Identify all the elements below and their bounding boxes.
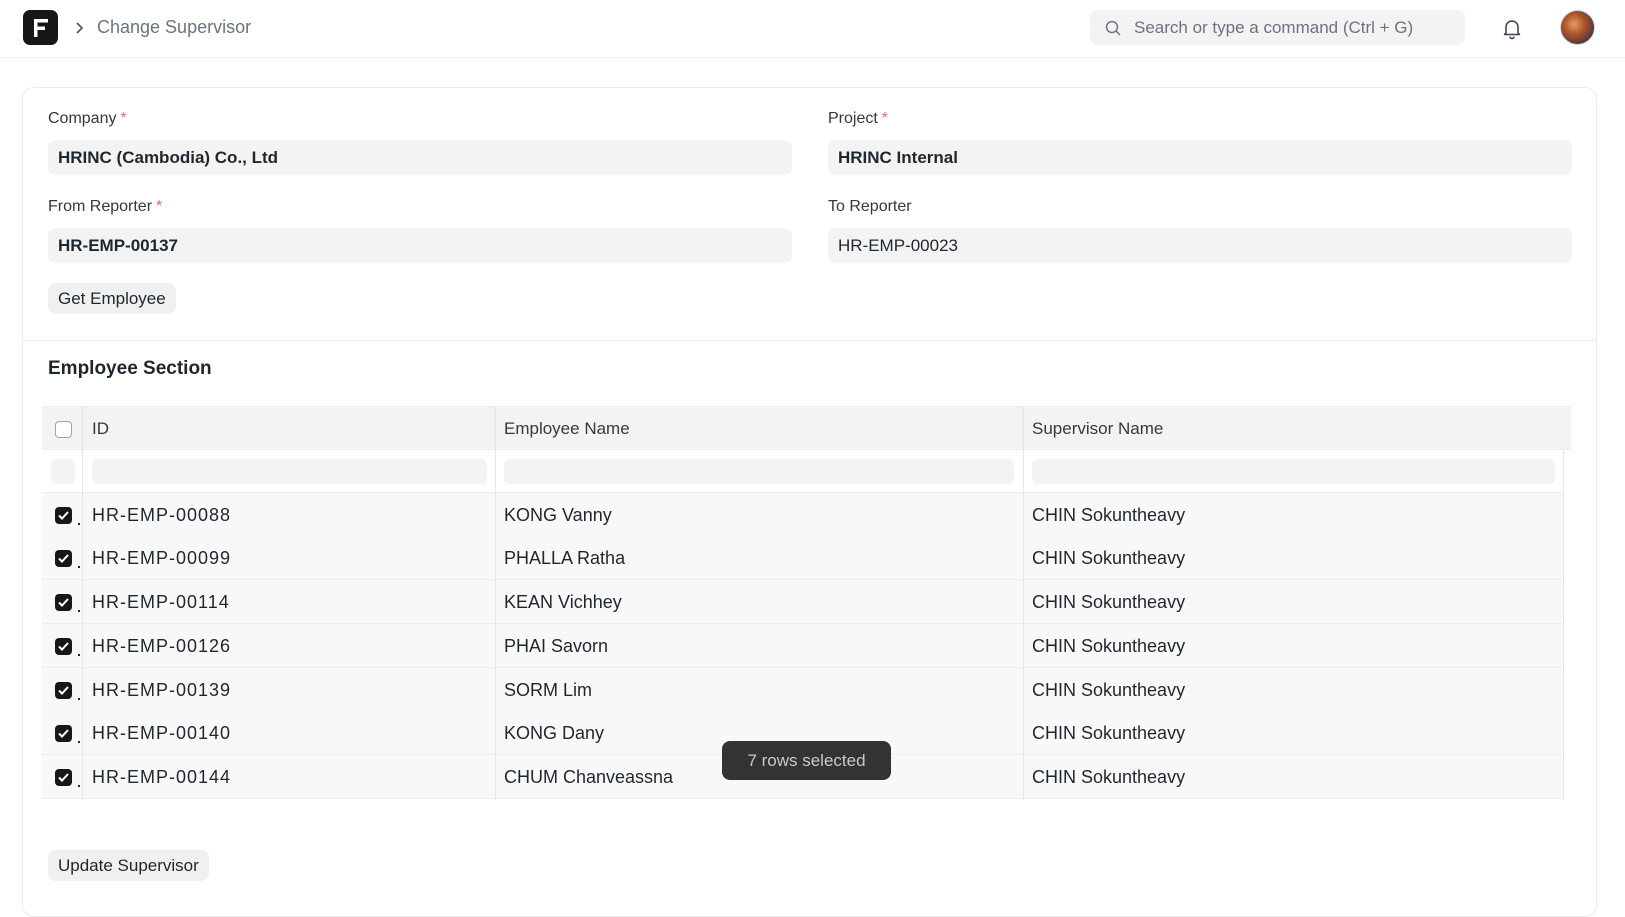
table-row[interactable]: HR-EMP-00099 PHALLA Ratha CHIN Sokuntheavy	[42, 536, 1564, 580]
search-icon	[1105, 20, 1121, 36]
cell-employee-name[interactable]: KONG Dany	[504, 723, 604, 744]
row-index-marker	[78, 654, 80, 656]
search-input[interactable]	[1134, 10, 1454, 45]
cell-id[interactable]: HR-EMP-00088	[92, 505, 231, 526]
check-icon	[58, 773, 69, 782]
table-row[interactable]: HR-EMP-00139 SORM Lim CHIN Sokuntheavy	[42, 668, 1564, 712]
cell-id[interactable]: HR-EMP-00139	[92, 680, 231, 701]
from-reporter-field[interactable]: HR-EMP-00137	[48, 228, 792, 263]
filter-employee-name[interactable]	[504, 459, 1014, 484]
cell-supervisor-name[interactable]: CHIN Sokuntheavy	[1032, 723, 1185, 744]
cell-supervisor-name[interactable]: CHIN Sokuntheavy	[1032, 505, 1185, 526]
cell-employee-name[interactable]: PHAI Savorn	[504, 636, 608, 657]
row-checkbox[interactable]	[55, 682, 72, 699]
cell-employee-name[interactable]: PHALLA Ratha	[504, 548, 625, 569]
row-checkbox[interactable]	[55, 725, 72, 742]
breadcrumb[interactable]: Change Supervisor	[97, 17, 251, 38]
select-all-checkbox[interactable]	[55, 421, 72, 438]
cell-id[interactable]: HR-EMP-00126	[92, 636, 231, 657]
to-reporter-label: To Reporter	[828, 198, 912, 215]
column-divider	[82, 406, 83, 800]
cell-supervisor-name[interactable]: CHIN Sokuntheavy	[1032, 767, 1185, 788]
column-header-employee-name[interactable]: Employee Name	[504, 419, 630, 439]
selection-toast: 7 rows selected	[722, 741, 891, 780]
cell-id[interactable]: HR-EMP-00099	[92, 548, 231, 569]
row-index-marker	[78, 566, 80, 568]
app-logo[interactable]	[23, 10, 58, 45]
column-divider	[495, 406, 496, 800]
update-supervisor-button[interactable]: Update Supervisor	[48, 850, 209, 881]
cell-employee-name[interactable]: SORM Lim	[504, 680, 592, 701]
section-divider	[22, 340, 1597, 341]
row-index-marker	[78, 741, 80, 743]
frappe-logo-icon	[33, 18, 48, 37]
row-checkbox[interactable]	[55, 594, 72, 611]
check-icon	[58, 729, 69, 738]
company-field[interactable]: HRINC (Cambodia) Co., Ltd	[48, 140, 792, 175]
navbar: Change Supervisor	[0, 0, 1625, 58]
column-header-supervisor-name[interactable]: Supervisor Name	[1032, 419, 1163, 439]
cell-employee-name[interactable]: CHUM Chanveassna	[504, 767, 673, 788]
column-divider	[1563, 450, 1564, 800]
cell-supervisor-name[interactable]: CHIN Sokuntheavy	[1032, 592, 1185, 613]
bell-icon[interactable]	[1500, 16, 1524, 40]
to-reporter-field[interactable]: HR-EMP-00023	[828, 228, 1572, 263]
avatar[interactable]	[1560, 10, 1595, 45]
check-icon	[58, 686, 69, 695]
filter-checkbox-cell	[51, 459, 75, 484]
row-index-marker	[78, 698, 80, 700]
table-header: ID Employee Name Supervisor Name	[42, 406, 1571, 450]
row-index-marker	[78, 785, 80, 787]
get-employee-button[interactable]: Get Employee	[48, 283, 176, 314]
row-checkbox[interactable]	[55, 638, 72, 655]
row-checkbox[interactable]	[55, 507, 72, 524]
project-label: Project *	[828, 110, 889, 127]
table-row[interactable]: HR-EMP-00114 KEAN Vichhey CHIN Sokuntheavy	[42, 580, 1564, 624]
chevron-right-icon	[76, 22, 84, 34]
column-header-id[interactable]: ID	[92, 419, 109, 439]
row-index-marker	[78, 610, 80, 612]
cell-supervisor-name[interactable]: CHIN Sokuntheavy	[1032, 636, 1185, 657]
table-row[interactable]: HR-EMP-00126 PHAI Savorn CHIN Sokuntheavy	[42, 624, 1564, 668]
check-icon	[58, 554, 69, 563]
search-bar[interactable]	[1090, 10, 1465, 45]
cell-id[interactable]: HR-EMP-00144	[92, 767, 231, 788]
row-checkbox[interactable]	[55, 550, 72, 567]
check-icon	[58, 598, 69, 607]
cell-id[interactable]: HR-EMP-00114	[92, 592, 230, 613]
filter-id[interactable]	[92, 459, 487, 484]
cell-id[interactable]: HR-EMP-00140	[92, 723, 231, 744]
from-reporter-label: From Reporter *	[48, 198, 163, 215]
company-label: Company *	[48, 110, 127, 127]
check-icon	[58, 511, 69, 520]
cell-supervisor-name[interactable]: CHIN Sokuntheavy	[1032, 680, 1185, 701]
section-title: Employee Section	[48, 358, 212, 379]
cell-employee-name[interactable]: KONG Vanny	[504, 505, 612, 526]
project-field[interactable]: HRINC Internal	[828, 140, 1572, 175]
row-checkbox[interactable]	[55, 769, 72, 786]
filter-row	[42, 450, 1564, 493]
column-divider	[1023, 406, 1024, 800]
cell-supervisor-name[interactable]: CHIN Sokuntheavy	[1032, 548, 1185, 569]
filter-supervisor-name[interactable]	[1032, 459, 1555, 484]
cell-employee-name[interactable]: KEAN Vichhey	[504, 592, 622, 613]
check-icon	[58, 642, 69, 651]
table-row[interactable]: HR-EMP-00088 KONG Vanny CHIN Sokuntheavy	[42, 493, 1564, 537]
row-index-marker	[78, 523, 80, 525]
